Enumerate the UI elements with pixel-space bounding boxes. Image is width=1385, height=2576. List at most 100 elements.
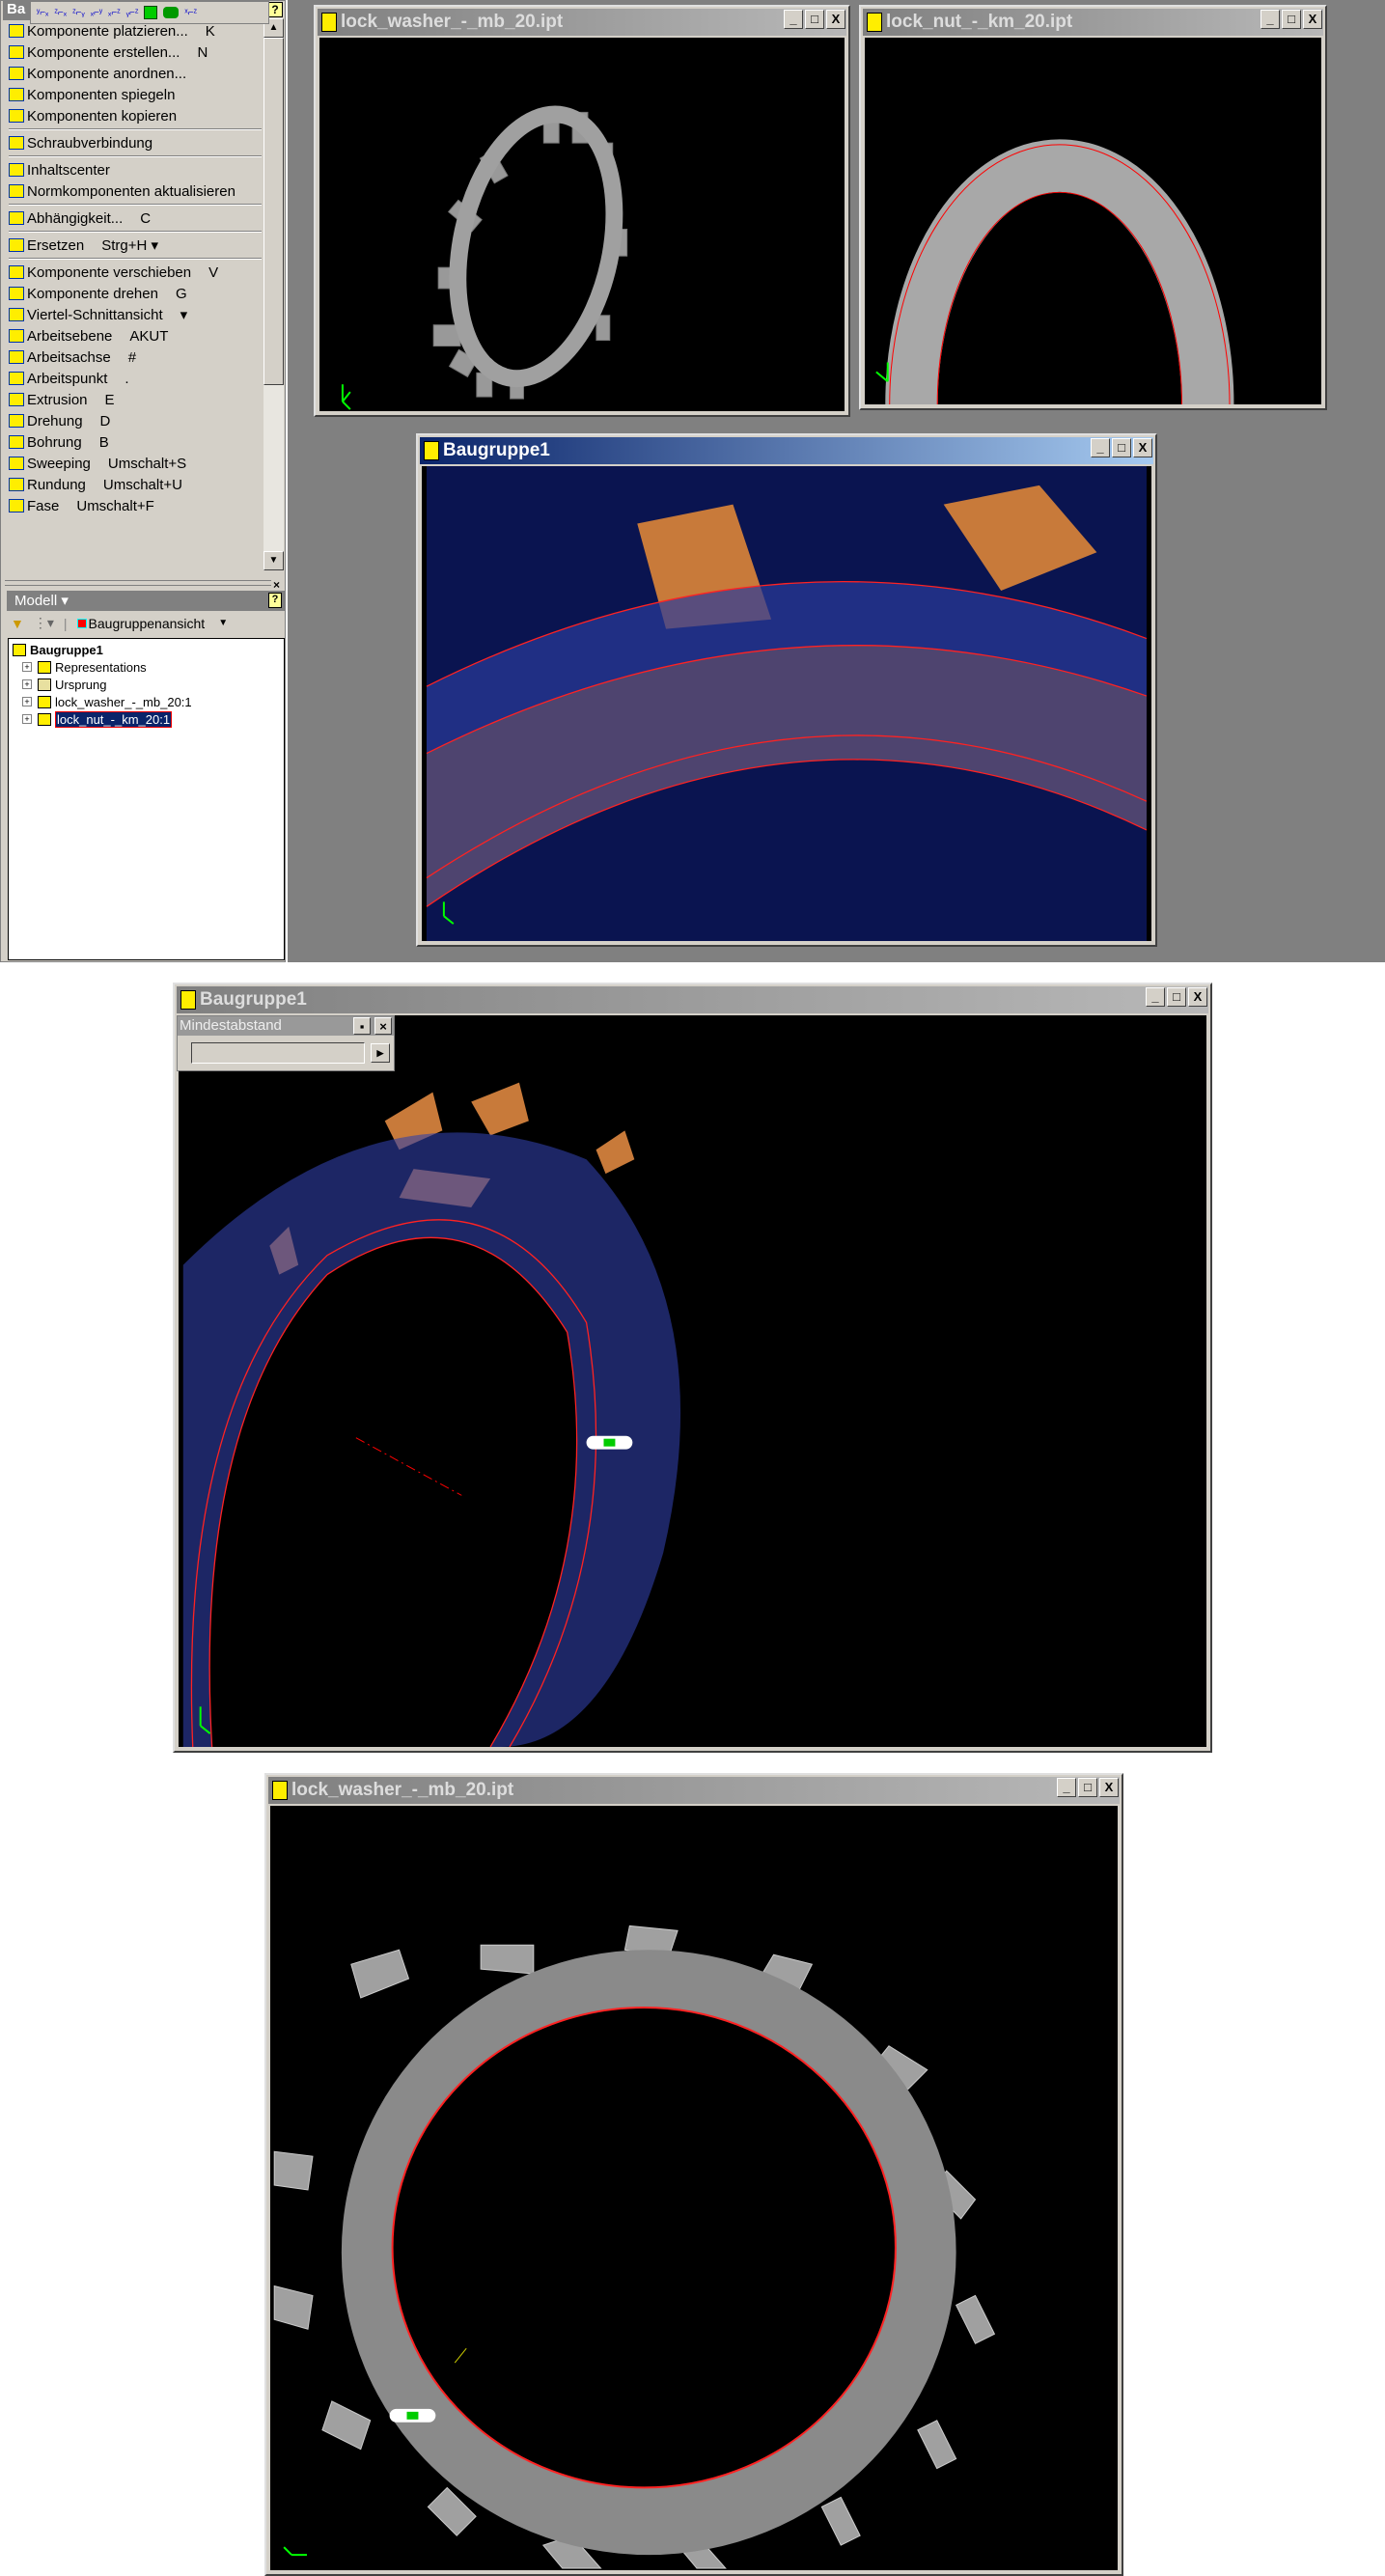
menu-item-label: Fase <box>27 497 60 514</box>
menu-item[interactable]: Ersetzen Strg+H ▾ <box>9 235 158 256</box>
view-yz-icon[interactable]: ᵧ⌐ᶻ <box>126 8 139 18</box>
minimize-button[interactable]: _ <box>1091 438 1110 457</box>
tree-options-icon[interactable]: ⋮▾ <box>34 615 54 631</box>
tree-item-selected[interactable]: + lock_nut_-_km_20:1 <box>22 710 173 728</box>
tree-item[interactable]: + Ursprung <box>22 676 106 693</box>
menu-item-label: Normkomponenten aktualisieren <box>27 182 235 200</box>
view-xy-icon[interactable]: ₓ⌐ʸ <box>91 8 102 18</box>
view-xz2-icon[interactable]: ˣ⌐ᶻ <box>184 8 197 18</box>
pin-icon[interactable]: ▪ <box>353 1017 371 1035</box>
maximize-button[interactable]: □ <box>1167 987 1186 1007</box>
menu-item[interactable]: Komponente anordnen... <box>9 63 204 84</box>
menu-item[interactable]: Normkomponenten aktualisieren <box>9 180 253 202</box>
tree-root[interactable]: Baugruppe1 <box>13 641 103 658</box>
3d-viewport[interactable] <box>865 38 1321 404</box>
menu-item[interactable]: Komponenten kopieren <box>9 105 194 126</box>
close-icon[interactable]: × <box>273 578 280 592</box>
maximize-button[interactable]: □ <box>1112 438 1131 457</box>
window-titlebar[interactable]: lock_washer_-_mb_20.ipt <box>318 9 846 36</box>
view-yx-icon[interactable]: ʸ⌐ₓ <box>37 8 48 18</box>
close-button[interactable]: X <box>1133 438 1152 457</box>
close-button[interactable]: X <box>1188 987 1207 1007</box>
menu-item-label: Arbeitsebene <box>27 327 113 345</box>
menu-item[interactable]: Rundung Umschalt+U <box>9 474 182 495</box>
help-icon[interactable]: ? <box>267 2 283 17</box>
window-titlebar[interactable]: lock_nut_-_km_20.ipt <box>863 9 1323 36</box>
menu-item[interactable]: Arbeitsebene AKUT <box>9 325 168 346</box>
panel-splitter[interactable] <box>5 580 271 586</box>
menu-item-label: Schraubverbindung <box>27 134 153 152</box>
tree-item[interactable]: + lock_washer_-_mb_20:1 <box>22 693 192 710</box>
tree-item[interactable]: + Representations <box>22 658 147 676</box>
expand-icon[interactable]: + <box>22 679 32 689</box>
view-zy-icon[interactable]: ᶻ⌐ᵧ <box>72 8 85 18</box>
expand-icon[interactable]: + <box>22 662 32 672</box>
view-zx-icon[interactable]: ᶻ⌐ₓ <box>54 8 67 18</box>
window-titlebar[interactable]: lock_washer_-_mb_20.ipt <box>268 1777 1120 1804</box>
part-file-icon <box>321 13 337 32</box>
tool-icon <box>9 435 24 449</box>
menu-item[interactable]: Bohrung B <box>9 431 109 453</box>
menu-item-shortcut: Umschalt+F <box>76 497 154 514</box>
expand-icon[interactable]: + <box>22 697 32 706</box>
scroll-thumb[interactable] <box>263 38 284 385</box>
maximize-button[interactable]: □ <box>1078 1778 1097 1797</box>
close-button[interactable]: X <box>1099 1778 1119 1797</box>
menu-item-shortcut: N <box>197 43 208 61</box>
minimize-button[interactable]: _ <box>1057 1778 1076 1797</box>
menu-item[interactable]: Fase Umschalt+F <box>9 495 154 516</box>
close-button[interactable]: X <box>1303 10 1322 29</box>
3d-viewport[interactable] <box>179 1015 1206 1747</box>
menu-item[interactable]: Komponente erstellen... N <box>9 42 208 63</box>
tool-icon <box>9 109 24 123</box>
view-xz-icon[interactable]: ₓ⌐ᶻ <box>108 8 121 18</box>
3d-viewport[interactable] <box>319 38 845 411</box>
assembly-icon <box>13 643 26 656</box>
menu-item[interactable]: Inhaltscenter <box>9 159 127 180</box>
expand-icon[interactable]: + <box>22 714 32 724</box>
assembly-model-closeup <box>426 466 1148 941</box>
model-header[interactable]: Modell ▾ <box>7 591 285 611</box>
filter-icon[interactable]: ▼ <box>11 616 24 631</box>
assembly-view-label: Baugruppenansicht <box>88 615 206 631</box>
expand-arrow-button[interactable]: ▶ <box>371 1043 390 1063</box>
menu-item[interactable]: Arbeitsachse # <box>9 346 136 368</box>
window-titlebar[interactable]: Baugruppe1 <box>420 437 1153 464</box>
assembly-view-select[interactable]: Baugruppenansicht ▼ <box>76 615 228 631</box>
part-file-icon <box>867 13 882 32</box>
minimize-button[interactable]: _ <box>1146 987 1165 1007</box>
menu-item[interactable]: Arbeitspunkt. <box>9 368 129 389</box>
menu-item[interactable]: Sweeping Umschalt+S <box>9 453 186 474</box>
drag-handle-icon <box>586 1435 633 1450</box>
assembly-window-small: Baugruppe1 _ □ X <box>416 433 1157 947</box>
camera-icon[interactable] <box>163 7 180 18</box>
scroll-down-button[interactable]: ▼ <box>263 551 284 570</box>
close-button[interactable]: × <box>374 1017 392 1035</box>
help-icon[interactable]: ? <box>268 593 282 608</box>
menu-item[interactable]: Drehung D <box>9 410 110 431</box>
menu-item-label: Komponente platzieren... <box>27 22 188 40</box>
tool-icon <box>9 136 24 150</box>
menu-scrollbar[interactable]: ▲ ▼ <box>263 18 284 570</box>
menu-item[interactable]: Extrusion E <box>9 389 115 410</box>
menu-item[interactable]: Schraubverbindung <box>9 132 170 153</box>
model-toolbar: ▼ ⋮▾ | Baugruppenansicht ▼ <box>11 615 229 631</box>
3d-viewport[interactable] <box>270 1806 1118 2570</box>
minimize-button[interactable]: _ <box>784 10 803 29</box>
min-distance-field[interactable] <box>191 1042 365 1064</box>
menu-item[interactable]: Komponente verschieben V <box>9 262 218 283</box>
iso-cube-icon[interactable] <box>144 6 158 19</box>
drag-handle-icon <box>389 2408 436 2423</box>
menu-item[interactable]: Viertel-Schnittansicht ▾ <box>9 304 187 325</box>
maximize-button[interactable]: □ <box>1282 10 1301 29</box>
menu-item[interactable]: Komponenten spiegeln <box>9 84 192 105</box>
menu-item[interactable]: Abhängigkeit... C <box>9 208 151 229</box>
axis-triad-icon <box>875 362 889 383</box>
view-toolbar-popup: ʸ⌐ₓ ᶻ⌐ₓ ᶻ⌐ᵧ ₓ⌐ʸ ₓ⌐ᶻ ᵧ⌐ᶻ ˣ⌐ᶻ <box>30 1 269 24</box>
3d-viewport[interactable] <box>422 466 1151 941</box>
maximize-button[interactable]: □ <box>805 10 824 29</box>
minimize-button[interactable]: _ <box>1260 10 1280 29</box>
window-titlebar[interactable]: Baugruppe1 <box>177 986 1208 1013</box>
close-button[interactable]: X <box>826 10 845 29</box>
menu-item[interactable]: Komponente drehen G <box>9 283 187 304</box>
